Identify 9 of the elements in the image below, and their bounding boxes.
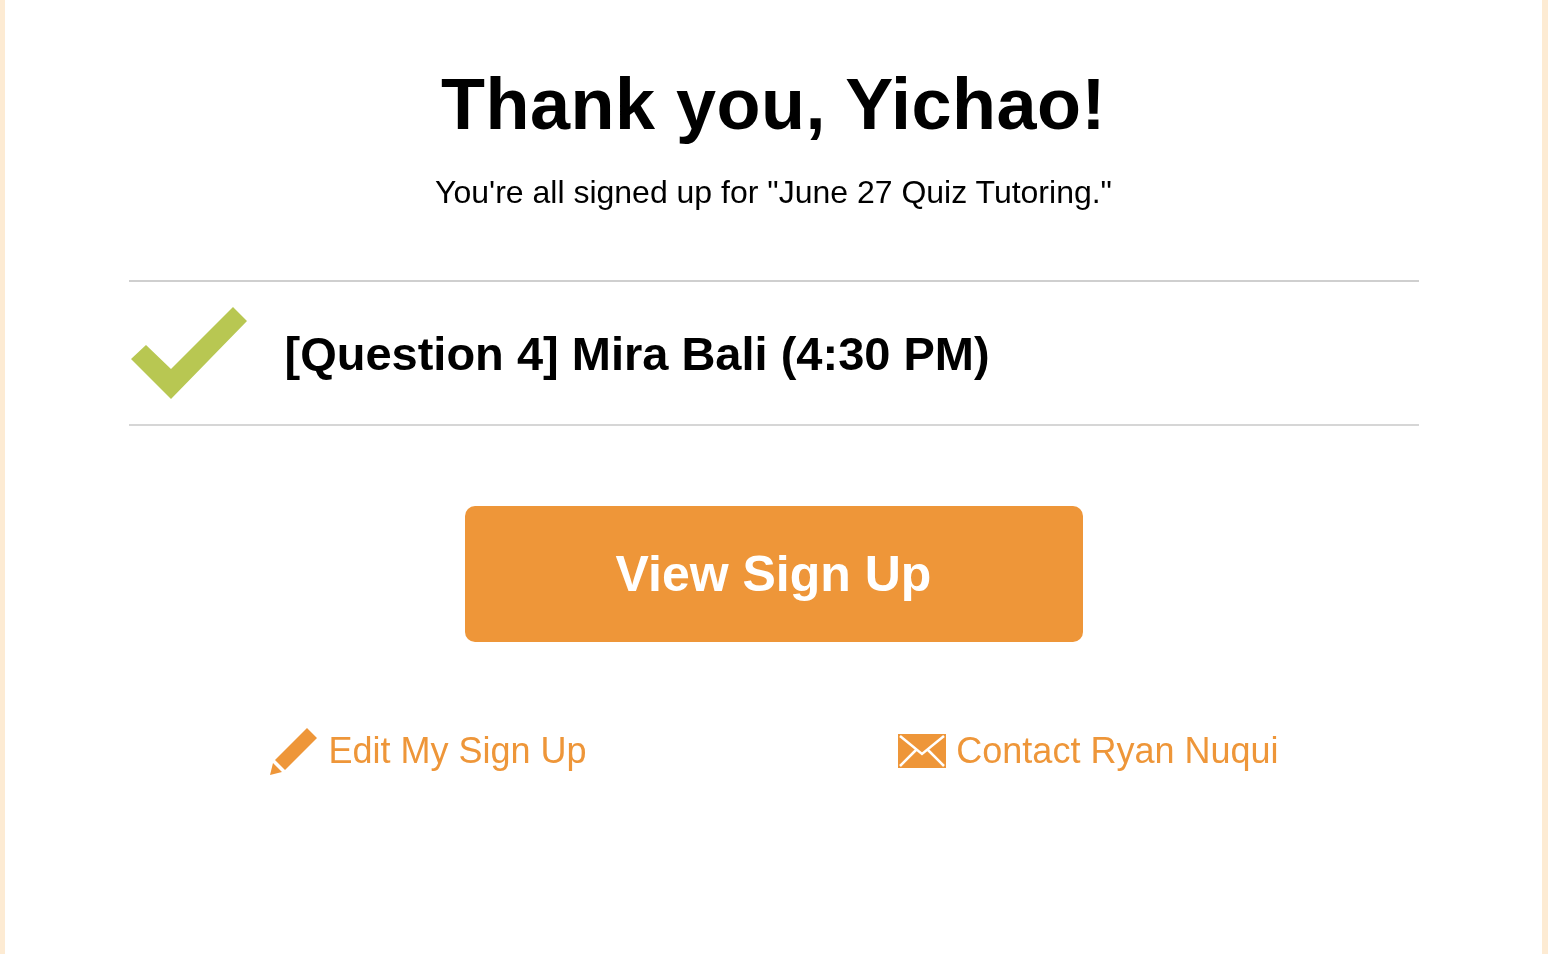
- checkmark-icon: [130, 307, 247, 399]
- edit-link[interactable]: Edit My Sign Up: [268, 726, 587, 776]
- view-sign-up-button[interactable]: View Sign Up: [464, 506, 1083, 642]
- confirmation-message: You're all signed up for "June 27 Quiz Tutoring.": [435, 173, 1112, 212]
- page-title: Thank you, Yichao!: [440, 63, 1107, 146]
- contact-link[interactable]: Contact Ryan Nuqui: [898, 726, 1279, 776]
- envelope-icon: [898, 734, 947, 768]
- pencil-icon: [268, 726, 319, 776]
- slot-title: [Question 4] Mira Bali (4:30 PM): [284, 325, 990, 381]
